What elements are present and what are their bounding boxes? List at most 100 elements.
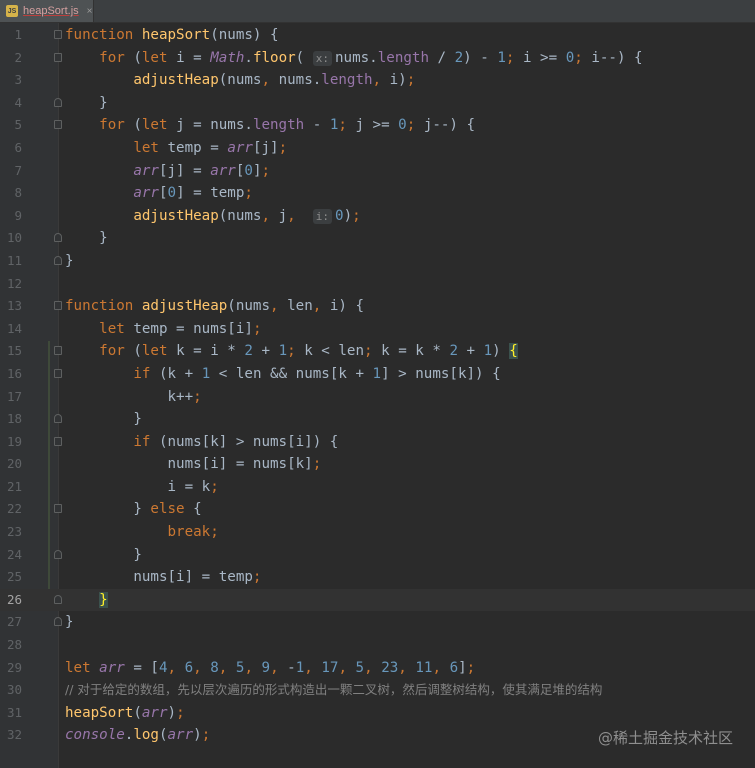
code-token: ;: [505, 49, 523, 66]
code-token: arr: [141, 704, 168, 721]
code-line[interactable]: 24 }: [0, 544, 755, 567]
code-token: let: [99, 320, 134, 337]
fold-start-icon[interactable]: [54, 504, 62, 514]
code-line[interactable]: 21 i = k;: [0, 476, 755, 499]
code-token: ,: [167, 659, 185, 676]
fold-start-icon[interactable]: [54, 301, 62, 311]
code-line[interactable]: 4 }: [0, 92, 755, 115]
code-text: }: [65, 92, 108, 115]
fold-end-icon[interactable]: [54, 255, 62, 265]
code-token: ,: [312, 298, 330, 315]
code-token: ;: [278, 139, 288, 156]
code-token: let: [141, 117, 177, 134]
code-line[interactable]: 27}: [0, 611, 755, 634]
code-token: let: [141, 343, 177, 360]
watermark: @稀土掘金技术社区: [597, 729, 733, 747]
code-line[interactable]: 14 let temp = nums[i];: [0, 318, 755, 341]
code-token: ] = temp: [176, 185, 245, 202]
fold-end-icon[interactable]: [54, 233, 62, 243]
code-line[interactable]: 11}: [0, 250, 755, 273]
code-line[interactable]: 20 nums[i] = nums[k];: [0, 453, 755, 476]
code-line[interactable]: 26 }: [0, 588, 755, 612]
code-line[interactable]: 3 adjustHeap(nums, nums.length, i);: [0, 69, 755, 92]
code-line[interactable]: 10 }: [0, 227, 755, 250]
code-line[interactable]: 8 arr[0] = temp;: [0, 182, 755, 205]
code-token: nums.: [335, 49, 378, 66]
code-line[interactable]: 22 } else {: [0, 498, 755, 521]
code-token: ,: [398, 659, 416, 676]
code-line[interactable]: 12: [0, 273, 755, 296]
code-token: 5: [355, 659, 365, 676]
fold-start-icon[interactable]: [54, 346, 62, 356]
code-token: 17: [321, 659, 339, 676]
code-token: [: [158, 185, 168, 202]
tab-heapsort-js[interactable]: JS heapSort.js ×: [0, 0, 94, 22]
tab-filename: heapSort.js: [23, 5, 79, 17]
code-token: .: [244, 49, 253, 66]
code-line[interactable]: 29 let arr = [4, 6, 8, 5, 9, -1, 17, 5, 2…: [0, 657, 755, 680]
code-token: (nums: [218, 72, 262, 89]
code-token: length: [252, 117, 305, 134]
code-line[interactable]: 5 for (let j = nums.length - 1; j >= 0; …: [0, 114, 755, 137]
fold-start-icon[interactable]: [54, 52, 62, 62]
fold-start-icon[interactable]: [54, 436, 62, 446]
line-number: 4: [14, 94, 22, 110]
code-line[interactable]: 6 let temp = arr[j];: [0, 137, 755, 160]
code-token: length: [321, 72, 373, 89]
code-token: arr: [210, 162, 236, 179]
code-line[interactable]: 18 }: [0, 408, 755, 431]
fold-end-icon[interactable]: [54, 414, 62, 424]
line-number: 31: [6, 704, 22, 720]
close-tab-icon[interactable]: ×: [87, 6, 93, 17]
code-text: arr[j] = arr[0];: [65, 160, 270, 183]
line-number: 16: [6, 365, 22, 381]
code-text: k++;: [65, 386, 201, 409]
code-line[interactable]: 30 // 对于给定的数组，先以层次遍历的形式构造出一颗二叉树，然后调整树结构，使…: [0, 679, 755, 702]
code-line[interactable]: 16 if (k + 1 < len && nums[k + 1] > nums…: [0, 363, 755, 386]
code-line[interactable]: 1 function heapSort(nums) {: [0, 24, 755, 47]
code-line[interactable]: 31 heapSort(arr);: [0, 702, 755, 725]
line-number: 3: [14, 72, 22, 88]
code-line[interactable]: 28: [0, 634, 755, 657]
fold-end-icon[interactable]: [54, 617, 62, 627]
code-line[interactable]: 2 for (let i = Math.floor( x: nums.length…: [0, 47, 755, 70]
code-token: break;: [167, 524, 219, 541]
code-text: }: [65, 408, 142, 431]
code-token: ;: [312, 456, 322, 473]
code-token: ,: [261, 72, 279, 89]
code-text: nums[i] = nums[k];: [65, 453, 321, 476]
fold-start-icon[interactable]: [54, 368, 62, 378]
code-token: floor: [252, 49, 296, 66]
code-line[interactable]: 9 adjustHeap(nums, j, i: 0);: [0, 205, 755, 228]
code-editor[interactable]: 1 function heapSort(nums) {2 for (let i =…: [0, 24, 755, 747]
code-line[interactable]: 25 nums[i] = temp;: [0, 566, 755, 589]
code-token: 23: [381, 659, 399, 676]
code-token: let: [133, 139, 168, 156]
code-token: 0: [335, 207, 344, 224]
code-token: 1: [483, 343, 493, 360]
code-token: for: [99, 49, 134, 66]
code-token: j = nums.: [176, 117, 253, 134]
fold-start-icon[interactable]: [54, 120, 62, 130]
code-token: 0: [244, 162, 253, 179]
code-line[interactable]: 13 function adjustHeap(nums, len, i) {: [0, 295, 755, 318]
code-line[interactable]: 15 for (let k = i * 2 + 1; k < len; k = …: [0, 340, 755, 363]
code-token: ;: [287, 343, 305, 360]
code-comment: // 对于给定的数组，先以层次遍历的形式构造出一颗二叉树，然后调整树结构，使其满…: [65, 682, 603, 698]
code-token: }: [65, 546, 142, 563]
code-line[interactable]: 19 if (nums[k] > nums[i]) {: [0, 431, 755, 454]
code-token: 0: [565, 49, 575, 66]
code-token: 1: [372, 365, 382, 382]
fold-end-icon[interactable]: [54, 97, 62, 107]
code-token: 6: [449, 659, 459, 676]
fold-end-icon[interactable]: [54, 594, 62, 604]
code-line[interactable]: 17 k++;: [0, 386, 755, 409]
parameter-hint: i:: [312, 208, 333, 224]
code-line[interactable]: 23 break;: [0, 521, 755, 544]
fold-start-icon[interactable]: [54, 30, 62, 39]
code-line[interactable]: 7 arr[j] = arr[0];: [0, 160, 755, 183]
fold-end-icon[interactable]: [54, 549, 62, 559]
